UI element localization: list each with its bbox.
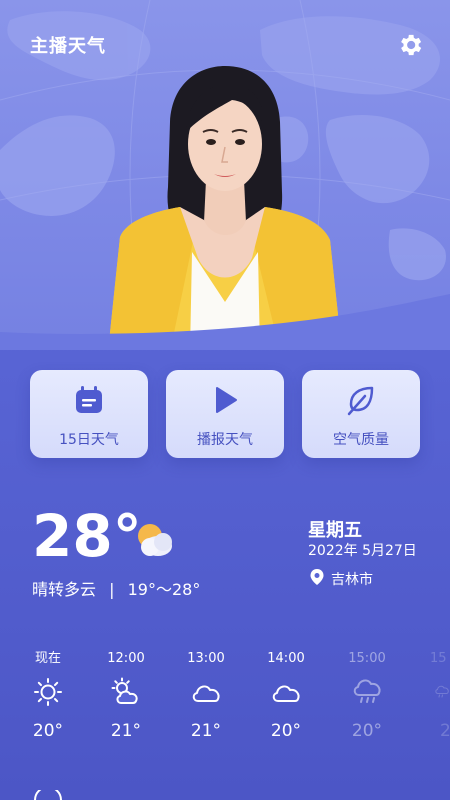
- card-label: 空气质量: [333, 432, 389, 448]
- calendar-icon: [76, 386, 102, 413]
- leaf-icon: [347, 386, 374, 416]
- hour-temp: 20°: [270, 721, 302, 741]
- hour-temp: 2: [440, 721, 450, 741]
- hour-time: 12:00: [107, 651, 145, 666]
- partly-cloudy-icon: [138, 524, 172, 556]
- hour-temp: 21°: [190, 721, 222, 741]
- hourly-item: 13:00 21°: [166, 650, 246, 742]
- card-broadcast-weather[interactable]: 播报天气: [166, 370, 284, 458]
- partly-cloudy-icon: [111, 677, 138, 704]
- date: 2022年 5月27日: [308, 543, 417, 559]
- hourly-item: 15 2: [404, 650, 450, 742]
- hour-temp: 20°: [32, 721, 64, 741]
- separator: |: [109, 580, 115, 599]
- card-15-day-weather[interactable]: 15日天气: [30, 370, 148, 458]
- rain-icon: [353, 679, 381, 703]
- partial-icon: [34, 790, 62, 800]
- card-air-quality[interactable]: 空气质量: [302, 370, 420, 458]
- hourly-item: 12:00 21°: [86, 650, 166, 742]
- hour-time: 15: [430, 651, 447, 666]
- hour-time: 13:00: [187, 651, 225, 666]
- app-title: 主播天气: [30, 36, 106, 57]
- hourly-item: 现在 20°: [8, 650, 88, 742]
- card-label: 15日天气: [59, 432, 119, 448]
- sun-icon: [34, 678, 62, 706]
- temperature-range: 19°～28°: [127, 580, 201, 599]
- hour-time: 15:00: [348, 651, 386, 666]
- weekday: 星期五: [308, 520, 362, 541]
- hourly-item: 14:00 20°: [246, 650, 326, 742]
- city-name[interactable]: 吉林市: [331, 569, 373, 589]
- hour-temp: 21°: [110, 721, 142, 741]
- rain-icon: [435, 685, 449, 698]
- play-icon: [216, 387, 237, 413]
- current-temperature: 28°: [32, 502, 142, 570]
- condition-text: 晴转多云: [32, 580, 97, 599]
- location-pin-icon: [310, 569, 324, 585]
- hour-time: 现在: [34, 651, 61, 666]
- gear-icon[interactable]: [396, 31, 424, 59]
- cloud-icon: [272, 685, 300, 702]
- weather-app: 主播天气 15日天气 播报天气 空气质量 28° 晴转多云 | 19°～28° …: [0, 0, 450, 800]
- cloud-icon: [192, 685, 220, 702]
- hourly-item: 15:00 20°: [327, 650, 407, 742]
- condition-summary: 晴转多云 | 19°～28°: [32, 576, 200, 600]
- card-label: 播报天气: [197, 432, 253, 448]
- hour-temp: 20°: [351, 721, 383, 741]
- hour-time: 14:00: [267, 651, 305, 666]
- hero-curve: [0, 294, 450, 350]
